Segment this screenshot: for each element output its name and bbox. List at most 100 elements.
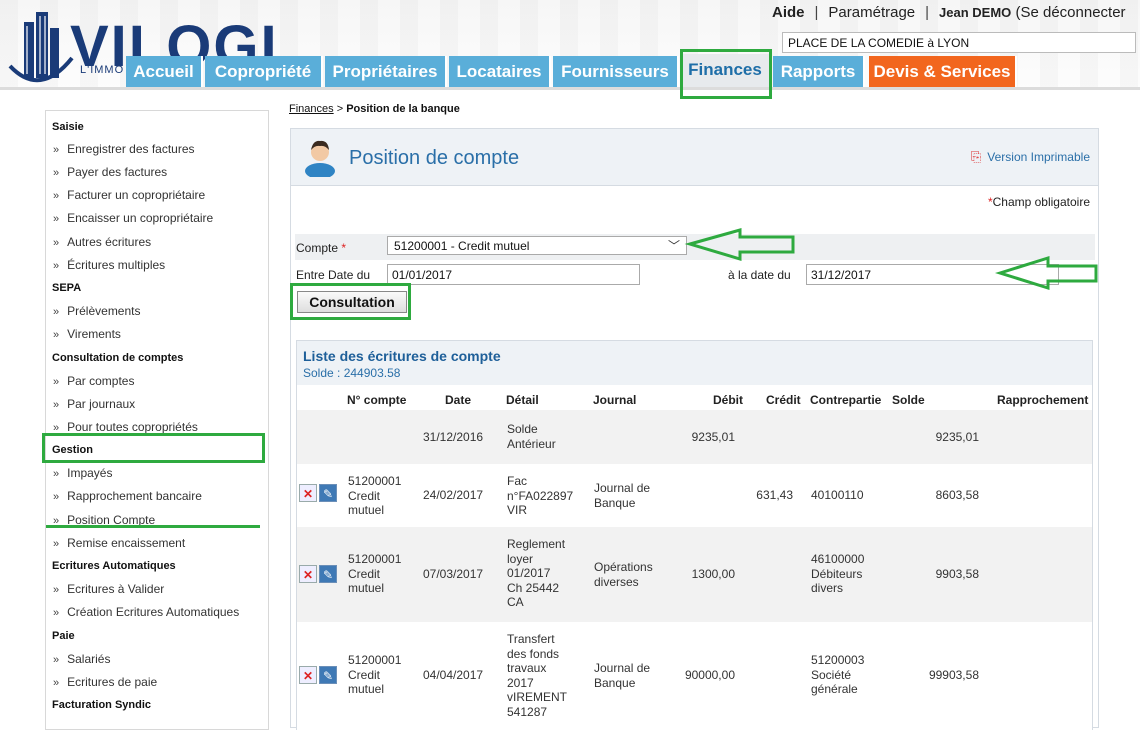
sidebar-item-label: Encaisser un copropriétaire [67, 211, 214, 225]
edit-icon[interactable]: ✎ [319, 666, 337, 684]
app-header: VILOGI L'IMMO Aide | Paramétrage | Jean DEMO… [0, 0, 1140, 90]
delete-icon[interactable]: ✕ [299, 666, 317, 684]
sidebar-item-enregistrer-factures[interactable]: » Enregistrer des factures [53, 142, 195, 156]
sidebar-section-facturation-syndic: Facturation Syndic [52, 699, 152, 711]
sidebar-item-creation-ecritures-auto[interactable]: » Création Ecritures Automatiques [53, 605, 239, 619]
sidebar-item-virements[interactable]: » Virements [53, 327, 121, 341]
chevron-right-icon: » [53, 306, 60, 318]
cell-date: 24/02/2017 [423, 488, 484, 502]
sidebar-item-remise-encaissement[interactable]: » Remise encaissement [53, 536, 185, 550]
breadcrumb-link-finances[interactable]: Finances [289, 103, 334, 115]
building-logo-icon [8, 12, 74, 83]
col-header-debit[interactable]: Débit [713, 393, 743, 407]
table-row: 31/12/2016 Solde Antérieur 9235,01 9235,… [297, 410, 1092, 464]
sidebar-item-par-journaux[interactable]: » Par journaux [53, 397, 135, 411]
chevron-right-icon: » [53, 376, 60, 388]
col-header-solde[interactable]: Solde [892, 393, 925, 407]
tab-copropriete[interactable]: Copropriété [205, 56, 323, 88]
col-header-compte[interactable]: N° compte [347, 393, 406, 407]
sidebar-item-label: Salariés [67, 652, 111, 666]
date-to-label: à la date du [728, 268, 791, 282]
delete-icon[interactable]: ✕ [299, 565, 317, 583]
col-header-journal[interactable]: Journal [593, 393, 636, 407]
tab-rapports[interactable]: Rapports [773, 56, 865, 88]
print-version-link[interactable]: ⎘ Version Imprimable [971, 149, 1090, 165]
cell-solde: 9235,01 [935, 430, 979, 444]
building-selector[interactable]: PLACE DE LA COMEDIE à LYON [782, 32, 1136, 53]
sidebar-item-label: Par journaux [67, 397, 136, 411]
sidebar-item-label: Impayés [67, 466, 113, 480]
date-from-input[interactable]: 01/01/2017 [387, 264, 640, 285]
user-name: Jean DEMO [939, 5, 1012, 20]
chevron-right-icon: » [53, 190, 60, 202]
separator: | [925, 4, 930, 21]
sidebar-item-label: Autres écritures [67, 235, 152, 249]
col-header-detail[interactable]: Détail [506, 393, 539, 407]
date-from-label: Entre Date du [296, 268, 371, 282]
col-header-credit[interactable]: Crédit [766, 393, 801, 407]
sidebar-item-label: Rapprochement bancaire [67, 489, 202, 503]
sidebar-item-label: Ecritures à Valider [67, 582, 165, 596]
required-note-text: Champ obligatoire [992, 195, 1090, 209]
sidebar-item-prelevements[interactable]: » Prélèvements [53, 304, 141, 318]
edit-icon[interactable]: ✎ [319, 565, 337, 583]
chevron-right-icon: » [53, 654, 60, 666]
compte-label: Compte * [296, 241, 346, 255]
sidebar-item-par-comptes[interactable]: » Par comptes [53, 374, 134, 388]
sidebar-item-label: Virements [67, 327, 121, 341]
sidebar-item-impayes[interactable]: » Impayés [53, 466, 112, 480]
sidebar-item-label: Par comptes [67, 374, 135, 388]
date-to-input[interactable]: 31/12/2017 [806, 264, 1059, 285]
tab-locataires[interactable]: Locataires [449, 56, 551, 88]
pdf-icon: ⎘ [970, 149, 982, 164]
annotation-highlight-consultation [290, 283, 411, 320]
row-actions: ✕ ✎ [299, 666, 339, 686]
sidebar-item-ecritures-multiples[interactable]: » Écritures multiples [53, 258, 165, 272]
cell-solde: 8603,58 [935, 488, 979, 502]
sidebar-item-salaries[interactable]: » Salariés [53, 652, 110, 666]
compte-select[interactable]: 51200001 - Credit mutuel ﹀ [387, 236, 687, 255]
separator: | [814, 4, 819, 21]
chevron-right-icon: » [53, 584, 60, 596]
sidebar-item-ecritures-valider[interactable]: » Ecritures à Valider [53, 582, 164, 596]
cell-debit: 1300,00 [691, 567, 735, 581]
sidebar-menu: Saisie » Enregistrer des factures » Payer … [45, 110, 269, 730]
sidebar-item-facturer-coproprietaire[interactable]: » Facturer un copropriétaire [53, 188, 205, 202]
edit-icon[interactable]: ✎ [319, 484, 337, 502]
sidebar-item-autres-ecritures[interactable]: » Autres écritures [53, 235, 151, 249]
tab-accueil[interactable]: Accueil [126, 56, 203, 88]
chevron-right-icon: » [53, 237, 60, 249]
col-header-contrepartie[interactable]: Contrepartie [810, 393, 881, 407]
cell-detail: Transfert des fonds travaux 2017 vIREMEN… [507, 632, 567, 719]
settings-link[interactable]: Paramétrage [828, 4, 915, 21]
page-title: Position de compte [349, 147, 520, 169]
sidebar-item-toutes-coproprietes[interactable]: » Pour toutes copropriétés [53, 420, 198, 434]
sidebar-section-paie: Paie [52, 630, 75, 642]
chevron-right-icon: » [53, 167, 60, 179]
tab-fournisseurs[interactable]: Fournisseurs [553, 56, 679, 88]
cell-contrepartie: 40100110 [811, 488, 864, 502]
sidebar-item-payer-factures[interactable]: » Payer des factures [53, 165, 167, 179]
cell-date: 07/03/2017 [423, 567, 484, 581]
tab-proprietaires[interactable]: Propriétaires [325, 56, 447, 88]
delete-icon[interactable]: ✕ [299, 484, 317, 502]
col-header-date[interactable]: Date [445, 393, 471, 407]
top-links: Aide | Paramétrage | Jean DEMO (Se déconnect… [772, 4, 1126, 21]
list-header: Liste des écritures de compte Solde : 24… [297, 341, 1092, 385]
sidebar-item-rapprochement[interactable]: » Rapprochement bancaire [53, 489, 202, 503]
required-note: *Champ obligatoire [988, 195, 1090, 209]
logout-link[interactable]: (Se déconnecter [1015, 4, 1125, 21]
sidebar-item-ecritures-paie[interactable]: » Ecritures de paie [53, 675, 157, 689]
cell-debit: 9235,01 [691, 430, 735, 444]
annotation-highlight-gestion [42, 433, 265, 463]
sidebar-item-label: Enregistrer des factures [67, 142, 195, 156]
cell-compte: 51200001 Credit mutuel [348, 552, 402, 595]
account-position-panel: Position de compte ⎘ Version Imprimable *… [290, 128, 1099, 730]
tab-devis-services[interactable]: Devis & Services [869, 56, 1017, 88]
header-divider [0, 87, 1140, 90]
sidebar-item-encaisser-coproprietaire[interactable]: » Encaisser un copropriétaire [53, 211, 213, 225]
chevron-right-icon: » [53, 260, 60, 272]
help-link[interactable]: Aide [772, 4, 805, 21]
col-header-rapprochement[interactable]: Rapprochement [997, 393, 1088, 407]
user-avatar-icon [305, 140, 335, 177]
